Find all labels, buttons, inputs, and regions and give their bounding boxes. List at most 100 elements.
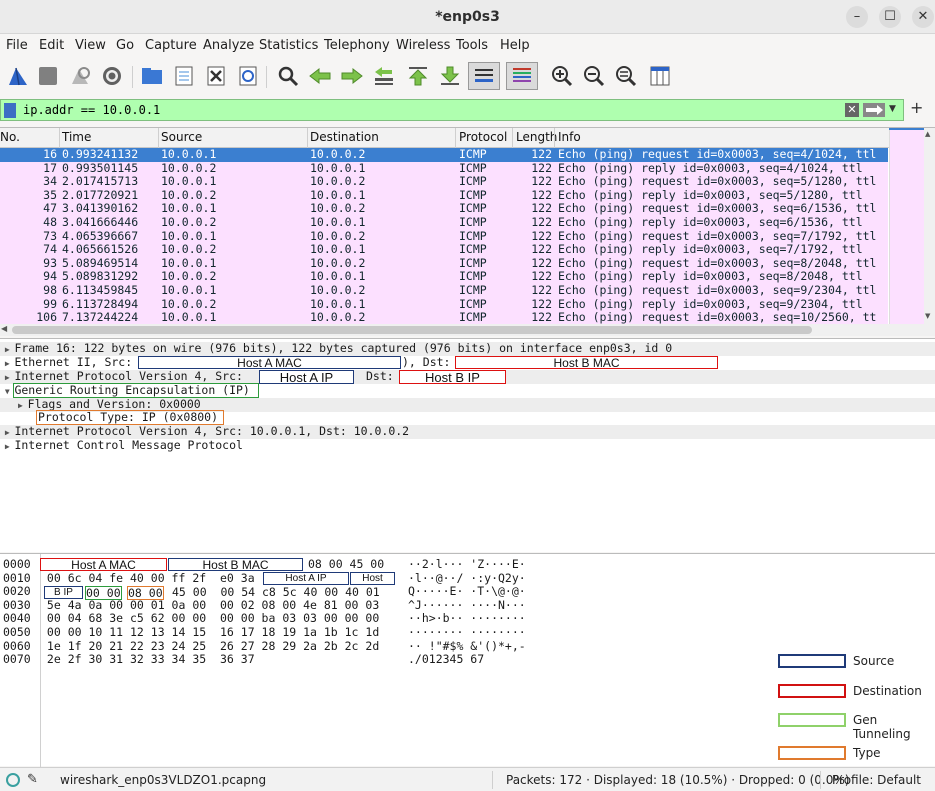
column-source[interactable]: Source — [161, 130, 202, 144]
menu-view[interactable]: View — [75, 38, 106, 53]
go-back-arrow-icon[interactable] — [306, 62, 334, 90]
menu-capture[interactable]: Capture — [145, 38, 197, 53]
menu-tools[interactable]: Tools — [456, 38, 488, 53]
clear-filter-icon[interactable]: ✕ — [845, 103, 859, 117]
column-length[interactable]: Length — [516, 130, 557, 144]
bytes-ascii[interactable]: ·· !"#$% &'()*+,- — [408, 639, 526, 654]
menu-telephony[interactable]: Telephony — [324, 38, 390, 53]
expand-triangle-icon[interactable]: ▶ — [0, 442, 14, 451]
packet-row[interactable]: 48 3.041666446 10.0.0.2 10.0.0.1 ICMP 122 Echo… — [0, 216, 888, 230]
packet-row[interactable]: 106 7.137244224 10.0.0.1 10.0.0.2 ICMP 122 Ech… — [0, 311, 888, 324]
status-profile[interactable]: Profile: Default — [832, 773, 921, 787]
packet-row[interactable]: 17 0.993501145 10.0.0.2 10.0.0.1 ICMP 122 Echo… — [0, 161, 888, 176]
packet-list-horizontal-scrollbar[interactable]: ◀ — [0, 324, 935, 336]
packet-list-vertical-scrollbar[interactable]: ▲ ▼ — [924, 128, 935, 324]
column-info[interactable]: Info — [558, 130, 581, 144]
menu-go[interactable]: Go — [116, 38, 134, 53]
add-filter-button[interactable]: + — [910, 98, 923, 117]
minimize-button[interactable]: – — [846, 6, 868, 28]
normal-size-icon[interactable] — [612, 62, 640, 90]
restart-capture-icon[interactable] — [66, 62, 94, 90]
filter-bookmark-icon[interactable] — [4, 103, 16, 118]
detail-icmp[interactable]: ▶ Internet Control Message Protocol — [0, 438, 935, 453]
save-file-icon[interactable] — [170, 62, 198, 90]
packet-row[interactable]: 98 6.113459845 10.0.0.1 10.0.0.2 ICMP 122 Echo… — [0, 284, 888, 298]
edit-comment-pencil-icon[interactable]: ✎ — [27, 772, 38, 787]
bytes-ascii[interactable]: ··2·l··· 'Z····E· — [408, 557, 526, 572]
expand-triangle-icon[interactable]: ▶ — [0, 428, 14, 437]
packet-row[interactable]: 93 5.089469514 10.0.0.1 10.0.0.2 ICMP 122 Echo… — [0, 256, 888, 271]
menu-edit[interactable]: Edit — [39, 38, 64, 53]
bytes-ascii[interactable]: ··h>·b·· ········ — [408, 612, 526, 626]
column-time[interactable]: Time — [62, 130, 91, 144]
packet-row[interactable]: 35 2.017720921 10.0.0.2 10.0.0.1 ICMP 122 Echo… — [0, 188, 888, 203]
scroll-up-icon[interactable]: ▲ — [925, 130, 930, 138]
bytes-hex[interactable]: 5e 4a 0a 00 00 01 0a 00 00 02 08 00 4e 8… — [40, 598, 379, 613]
maximize-button[interactable]: ☐ — [879, 6, 901, 28]
menu-wireless[interactable]: Wireless — [396, 38, 450, 53]
menu-file[interactable]: File — [6, 38, 28, 53]
expert-info-status-icon[interactable] — [6, 773, 20, 787]
stop-capture-icon[interactable] — [34, 62, 62, 90]
column-no[interactable]: No. — [0, 130, 20, 144]
go-to-packet-icon[interactable] — [370, 62, 398, 90]
column-divider[interactable] — [59, 128, 60, 148]
bytes-hex[interactable]: 00 00 10 11 12 13 14 15 16 17 18 19 1a 1… — [40, 625, 379, 640]
resize-columns-icon[interactable] — [646, 62, 674, 90]
expand-triangle-icon[interactable]: ▶ — [0, 373, 14, 382]
go-first-packet-icon[interactable] — [404, 62, 432, 90]
packet-row[interactable]: 47 3.041390162 10.0.0.1 10.0.0.2 ICMP 122 Echo… — [0, 202, 888, 216]
packet-row[interactable]: 94 5.089831292 10.0.0.2 10.0.0.1 ICMP 122 Echo… — [0, 270, 888, 284]
close-button[interactable]: ✕ — [912, 6, 934, 28]
zoom-in-icon[interactable] — [548, 62, 576, 90]
column-destination[interactable]: Destination — [310, 130, 379, 144]
packet-row[interactable]: 73 4.065396667 10.0.0.1 10.0.0.2 ICMP 122 Echo… — [0, 229, 888, 244]
horizontal-scroll-thumb[interactable] — [12, 326, 812, 334]
menu-help[interactable]: Help — [500, 38, 530, 53]
start-capture-shark-fin-icon[interactable] — [4, 62, 32, 90]
menu-analyze[interactable]: Analyze — [203, 38, 254, 53]
find-packet-search-icon[interactable] — [274, 62, 302, 90]
packet-row[interactable]: 16 0.993241132 10.0.0.1 10.0.0.2 ICMP 122 Echo… — [0, 148, 888, 162]
autoscroll-icon[interactable] — [468, 62, 500, 90]
expand-triangle-icon[interactable]: ▶ — [18, 401, 28, 410]
go-forward-arrow-icon[interactable] — [338, 62, 366, 90]
bytes-ascii[interactable]: ./012345 67 — [408, 653, 484, 667]
capture-options-gear-icon[interactable] — [98, 62, 126, 90]
bytes-hex[interactable]: 00 04 68 3e c5 62 00 00 00 00 ba 03 03 0… — [40, 612, 379, 626]
packet-row[interactable]: 74 4.065661526 10.0.0.2 10.0.0.1 ICMP 122 Echo… — [0, 243, 888, 257]
bytes-row2-hex-tail[interactable]: 45 00 00 54 c8 5c 40 00 40 01 — [172, 585, 380, 600]
detail-frame[interactable]: ▶ Frame 16: 122 bytes on wire (976 bits)… — [0, 341, 935, 356]
filter-history-chevron-down-icon[interactable]: ▼ — [889, 104, 896, 114]
display-filter-input[interactable]: ip.addr == 10.0.0.1 ✕ ▼ — [0, 99, 904, 121]
open-file-folder-icon[interactable] — [138, 62, 166, 90]
scroll-left-icon[interactable]: ◀ — [1, 324, 7, 333]
reload-file-icon[interactable] — [234, 62, 262, 90]
column-divider[interactable] — [307, 128, 308, 148]
apply-filter-arrow-icon[interactable] — [863, 103, 885, 117]
column-divider[interactable] — [158, 128, 159, 148]
bytes-protocol-type-hex[interactable]: 08 00 — [127, 586, 164, 600]
scroll-down-icon[interactable]: ▼ — [925, 312, 930, 320]
bytes-ascii[interactable]: ^J······ ····N··· — [408, 598, 526, 613]
bytes-gre-flags-hex[interactable]: 00 00 — [85, 586, 122, 600]
go-last-packet-icon[interactable] — [436, 62, 464, 90]
detail-ip-inner[interactable]: ▶ Internet Protocol Version 4, Src: 10.0… — [0, 424, 935, 439]
column-divider[interactable] — [554, 128, 555, 148]
menu-statistics[interactable]: Statistics — [259, 38, 318, 53]
expand-triangle-icon[interactable]: ▶ — [0, 345, 14, 354]
column-divider[interactable] — [512, 128, 513, 148]
packet-row[interactable]: 34 2.017415713 10.0.0.1 10.0.0.2 ICMP 122 Echo… — [0, 175, 888, 189]
bytes-hex[interactable]: 00 6c 04 fe 40 00 ff 2f e0 3a — [40, 571, 255, 586]
colorize-packet-list-icon[interactable] — [506, 62, 538, 90]
bytes-ascii[interactable]: ········ ········ — [408, 625, 526, 640]
bytes-hex[interactable]: 1e 1f 20 21 22 23 24 25 26 27 28 29 2a 2… — [40, 639, 379, 654]
bytes-row0-hex-tail[interactable]: 08 00 45 00 — [308, 557, 384, 572]
expand-triangle-icon[interactable]: ▶ — [0, 359, 14, 368]
close-file-icon[interactable] — [202, 62, 230, 90]
column-protocol[interactable]: Protocol — [459, 130, 507, 144]
bytes-hex[interactable]: 2e 2f 30 31 32 33 34 35 36 37 — [40, 653, 255, 667]
bytes-ascii[interactable]: ·l··@··/ ·:y·Q2y· — [408, 571, 526, 586]
column-divider[interactable] — [455, 128, 456, 148]
packet-row[interactable]: 99 6.113728494 10.0.0.2 10.0.0.1 ICMP 122 Echo… — [0, 297, 888, 312]
